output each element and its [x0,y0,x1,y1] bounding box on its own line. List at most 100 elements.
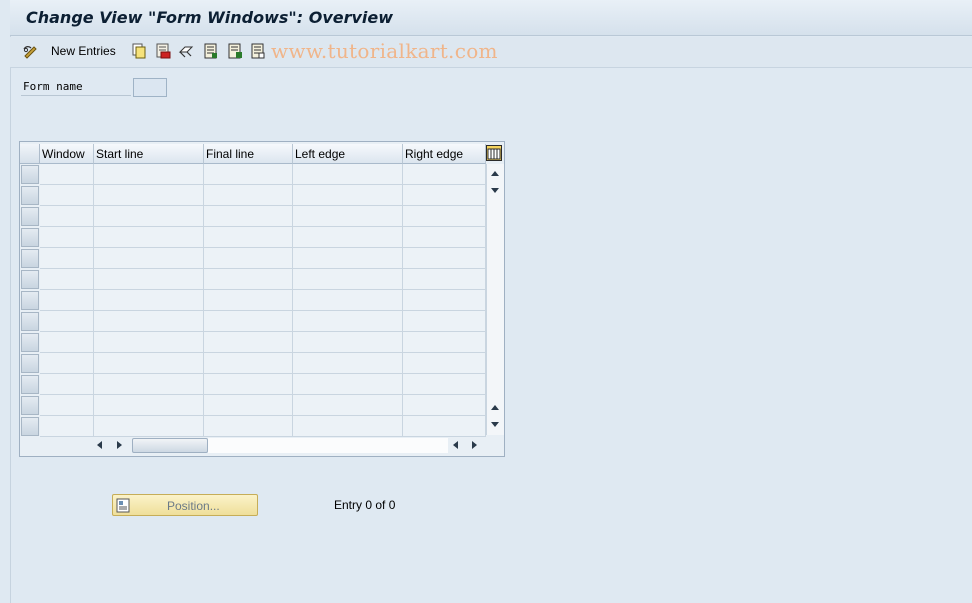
table-cell[interactable] [40,269,94,290]
table-cell[interactable] [403,311,486,332]
table-cell[interactable] [403,395,486,416]
table-cell[interactable] [293,416,403,437]
column-header-right-edge[interactable]: Right edge [403,144,486,164]
table-cell[interactable] [403,290,486,311]
table-cell[interactable] [204,395,293,416]
table-row[interactable] [20,290,486,311]
table-cell[interactable] [204,269,293,290]
vertical-scrollbar[interactable] [486,164,504,435]
table-row[interactable] [20,332,486,353]
table-cell[interactable] [40,227,94,248]
table-cell[interactable] [204,311,293,332]
select-all-rows-corner[interactable] [20,144,40,164]
table-cell[interactable] [94,227,204,248]
table-cell[interactable] [403,374,486,395]
table-cell[interactable] [94,248,204,269]
select-block-icon[interactable] [227,43,243,59]
table-cell[interactable] [94,353,204,374]
row-selector[interactable] [21,165,39,184]
table-cell[interactable] [403,353,486,374]
table-cell[interactable] [293,269,403,290]
table-cell[interactable] [293,353,403,374]
column-header-left-edge[interactable]: Left edge [293,144,403,164]
table-cell[interactable] [94,332,204,353]
table-cell[interactable] [403,416,486,437]
table-row[interactable] [20,374,486,395]
table-row[interactable] [20,416,486,437]
scroll-right-icon[interactable] [117,441,122,449]
table-cell[interactable] [40,395,94,416]
row-selector[interactable] [21,207,39,226]
table-cell[interactable] [40,311,94,332]
table-row[interactable] [20,164,486,185]
row-selector[interactable] [21,396,39,415]
table-cell[interactable] [293,332,403,353]
table-cell[interactable] [94,269,204,290]
table-cell[interactable] [40,353,94,374]
table-cell[interactable] [403,248,486,269]
table-cell[interactable] [403,185,486,206]
scroll-page-down-icon[interactable] [491,422,499,427]
scroll-left-icon[interactable] [97,441,102,449]
new-entries-button[interactable]: New Entries [51,44,116,58]
table-cell[interactable] [204,332,293,353]
glasses-edit-icon[interactable] [23,43,39,59]
table-cell[interactable] [204,290,293,311]
table-cell[interactable] [293,311,403,332]
scroll-down-icon[interactable] [491,188,499,193]
row-selector[interactable] [21,228,39,247]
row-selector[interactable] [21,291,39,310]
row-selector[interactable] [21,333,39,352]
position-button[interactable]: Position... [112,494,258,516]
table-cell[interactable] [94,374,204,395]
scroll-right-end-icon[interactable] [472,441,477,449]
copy-icon[interactable] [131,43,147,59]
table-cell[interactable] [204,164,293,185]
table-row[interactable] [20,269,486,290]
table-cell[interactable] [94,416,204,437]
select-all-icon[interactable] [203,43,219,59]
table-cell[interactable] [204,248,293,269]
table-cell[interactable] [293,290,403,311]
table-row[interactable] [20,185,486,206]
table-cell[interactable] [40,374,94,395]
table-settings-icon[interactable] [486,145,502,161]
table-row[interactable] [20,353,486,374]
table-cell[interactable] [94,206,204,227]
table-cell[interactable] [403,206,486,227]
table-cell[interactable] [40,416,94,437]
table-cell[interactable] [94,311,204,332]
table-cell[interactable] [204,206,293,227]
table-cell[interactable] [94,185,204,206]
table-cell[interactable] [403,332,486,353]
table-cell[interactable] [204,353,293,374]
column-header-start-line[interactable]: Start line [94,144,204,164]
table-cell[interactable] [94,164,204,185]
column-header-window[interactable]: Window [40,144,94,164]
table-cell[interactable] [204,185,293,206]
table-cell[interactable] [204,374,293,395]
table-row[interactable] [20,206,486,227]
table-cell[interactable] [40,290,94,311]
table-row[interactable] [20,227,486,248]
row-selector[interactable] [21,312,39,331]
table-cell[interactable] [293,227,403,248]
table-cell[interactable] [204,227,293,248]
undo-icon[interactable] [178,43,194,59]
table-cell[interactable] [293,206,403,227]
table-cell[interactable] [403,269,486,290]
table-cell[interactable] [94,290,204,311]
table-cell[interactable] [204,416,293,437]
scroll-up-icon[interactable] [491,171,499,176]
table-cell[interactable] [40,164,94,185]
row-selector[interactable] [21,375,39,394]
form-name-input[interactable] [133,78,167,97]
table-row[interactable] [20,395,486,416]
horizontal-scrollbar[interactable] [92,436,482,454]
row-selector[interactable] [21,186,39,205]
table-cell[interactable] [293,395,403,416]
table-cell[interactable] [293,248,403,269]
scroll-thumb[interactable] [132,438,208,453]
delete-icon[interactable] [155,43,171,59]
row-selector[interactable] [21,417,39,436]
